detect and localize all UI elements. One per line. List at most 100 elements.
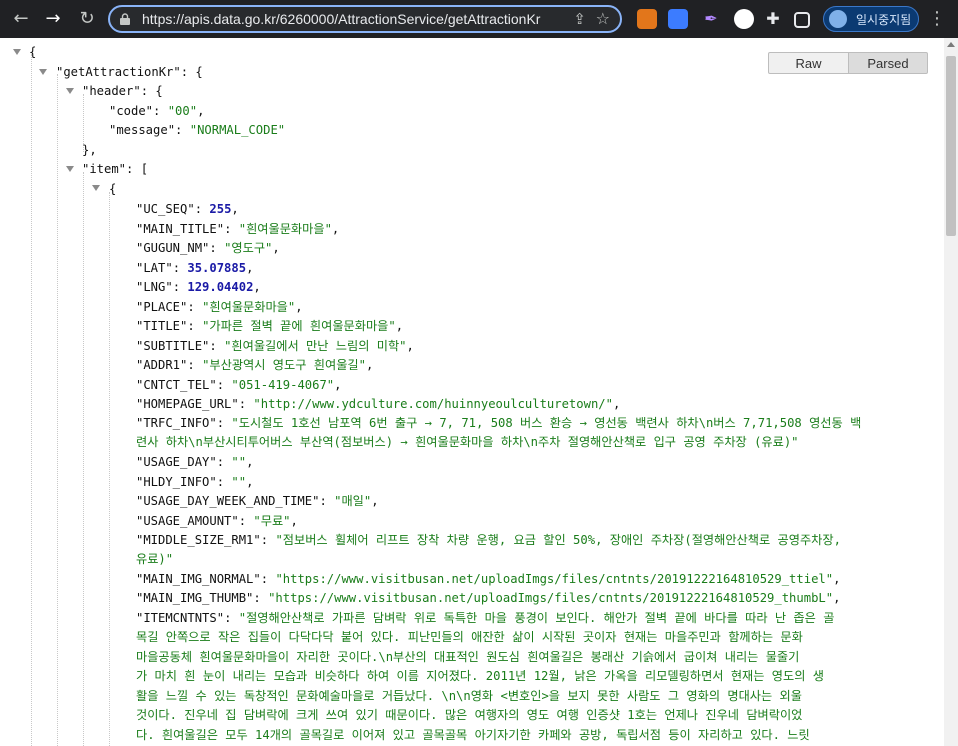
json-value: "051-419-4067" (231, 377, 335, 392)
json-value: "00" (167, 104, 198, 118)
json-value: 35.07885 (187, 260, 247, 275)
json-key: "item" (82, 162, 127, 176)
forward-arrow-icon[interactable]: → (38, 4, 68, 34)
profile-paused-button[interactable]: 일시중지됨 (823, 6, 919, 32)
json-value: "영도구" (224, 241, 273, 255)
metamask-extension-icon[interactable] (637, 9, 657, 29)
json-line: "GUGUN_NM": "영도구", (136, 241, 280, 255)
json-line: "getAttractionKr": { (56, 65, 203, 79)
json-key: "ITEMCNTNTS" (136, 611, 225, 625)
indent-guide (31, 54, 32, 746)
address-bar[interactable]: https://apis.data.go.kr/6260000/Attracti… (108, 5, 622, 33)
json-brace: }, (82, 143, 97, 157)
json-line: "MAIN_IMG_NORMAL": "https://www.visitbus… (136, 572, 841, 586)
json-key: "USAGE_DAY_WEEK_AND_TIME" (136, 494, 320, 508)
vertical-scrollbar[interactable] (944, 38, 958, 746)
json-line: "message": "NORMAL_CODE" (109, 123, 286, 137)
blue-extension-icon[interactable] (668, 9, 688, 29)
circle-extension-icon[interactable] (734, 9, 754, 29)
json-key: "HLDY_INFO" (136, 474, 217, 489)
json-line: "HLDY_INFO": "", (136, 474, 254, 489)
json-value: 다. 흰여울길은 모두 14개의 골목길로 이어져 있고 골목골목 아기자기한 … (136, 727, 810, 742)
json-value: 255 (209, 202, 232, 216)
json-key: "getAttractionKr" (56, 65, 181, 79)
json-line: "TITLE": "가파른 절벽 끝에 흰여울문화마을", (136, 319, 404, 333)
json-viewer: Raw Parsed { "getAttractionKr": { "heade… (0, 38, 944, 746)
json-key: "PLACE" (136, 299, 188, 314)
json-key: "GUGUN_NM" (136, 241, 210, 255)
browser-toolbar: ← → ↻ https://apis.data.go.kr/6260000/At… (0, 0, 958, 38)
json-key: "ADDR1" (136, 358, 188, 372)
json-key: "LNG" (136, 280, 173, 294)
indent-guide (83, 172, 84, 746)
json-key: "USAGE_AMOUNT" (136, 513, 239, 528)
lock-icon (120, 13, 130, 25)
more-menu-icon[interactable]: ⋮ (928, 8, 946, 29)
parsed-button[interactable]: Parsed (848, 52, 928, 74)
json-line: "header": { (82, 84, 163, 98)
indent-guide (57, 74, 58, 746)
json-line: "MIDDLE_SIZE_RM1": "점보버스 휠체어 리프트 장착 차량 운… (136, 533, 841, 547)
json-line: "item": [ (82, 162, 149, 176)
json-key: "SUBTITLE" (136, 338, 210, 353)
json-key: "UC_SEQ" (136, 202, 195, 216)
json-key: "message" (109, 123, 176, 137)
json-value: 활을 느낄 수 있는 독창적인 문화예술마을로 거듭났다. \n\n영화 <변호… (136, 688, 802, 703)
json-key: "TRFC_INFO" (136, 416, 217, 430)
paused-label: 일시중지됨 (856, 13, 912, 27)
json-value: "점보버스 휠체어 리프트 장착 차량 운행, 요금 할인 50%, 장애인 주… (275, 533, 841, 547)
json-line: "CNTCT_TEL": "051-419-4067", (136, 377, 342, 392)
json-line: "HOMEPAGE_URL": "http://www.ydculture.co… (136, 397, 621, 411)
json-line: "USAGE_AMOUNT": "무료", (136, 513, 298, 528)
json-value: 129.04402 (187, 280, 254, 294)
json-line: "ADDR1": "부산광역시 영도구 흰여울길", (136, 358, 374, 372)
json-value: "부산광역시 영도구 흰여울길" (202, 358, 366, 372)
reload-icon[interactable]: ↻ (72, 4, 102, 34)
json-value: "NORMAL_CODE" (189, 123, 286, 137)
back-arrow-icon[interactable]: ← (6, 4, 36, 34)
collapse-toggle-icon[interactable] (39, 69, 47, 75)
json-key: "header" (82, 84, 141, 98)
scroll-up-arrow-icon[interactable] (947, 42, 955, 47)
json-key: "MAIN_TITLE" (136, 221, 225, 236)
side-panel-icon[interactable] (794, 12, 810, 28)
json-line: "MAIN_IMG_THUMB": "https://www.visitbusa… (136, 591, 841, 605)
json-line: "LAT": 35.07885, (136, 260, 254, 275)
collapse-toggle-icon[interactable] (66, 166, 74, 172)
json-value: "http://www.ydculture.com/huinnyeoulcult… (253, 397, 613, 411)
avatar (829, 10, 847, 28)
json-line: "PLACE": "흰여울문화마을", (136, 299, 303, 314)
json-value: 것이다. 진우네 집 담벼락에 크게 쓰여 있기 때문이다. 많은 여행자의 영… (136, 708, 803, 722)
json-brace: { (109, 182, 117, 196)
scrollbar-thumb[interactable] (946, 56, 956, 236)
json-value: "가파른 절벽 끝에 흰여울문화마을" (202, 319, 396, 333)
json-key: "MIDDLE_SIZE_RM1" (136, 533, 261, 547)
json-value: "매일" (334, 494, 372, 508)
json-value: "흰여울길에서 만난 느림의 미학" (224, 338, 407, 353)
url-text: https://apis.data.go.kr/6260000/Attracti… (142, 11, 541, 27)
json-value: "https://www.visitbusan.net/uploadImgs/f… (275, 572, 834, 586)
raw-button[interactable]: Raw (768, 52, 849, 74)
json-value: "절영해안산책로 가파른 담벼락 위로 독특한 마을 풍경이 보인다. 해안가 … (238, 611, 835, 625)
json-key: "USAGE_DAY" (136, 455, 217, 469)
json-line: "TRFC_INFO": "도시철도 1호선 남포역 6번 출구 → 7, 71… (136, 416, 862, 430)
json-key: "HOMEPAGE_URL" (136, 397, 239, 411)
json-line: "code": "00", (109, 104, 205, 118)
collapse-toggle-icon[interactable] (92, 185, 100, 191)
json-line: "USAGE_DAY_WEEK_AND_TIME": "매일", (136, 494, 379, 508)
json-value: 가 마치 흰 눈이 내리는 모습과 비슷하다 하여 이름 지어졌다. 2011년… (136, 669, 824, 683)
json-line: "USAGE_DAY": "", (136, 455, 254, 469)
share-icon[interactable]: ⇪ (573, 10, 586, 28)
json-line: "ITEMCNTNTS": "절영해안산책로 가파른 담벼락 위로 독특한 마을… (136, 611, 835, 625)
json-line: "UC_SEQ": 255, (136, 202, 239, 216)
json-value: "흰여울문화마을" (238, 221, 332, 236)
json-line: "LNG": 129.04402, (136, 280, 261, 294)
extensions-puzzle-icon[interactable]: ✚ (763, 9, 783, 29)
json-key: "MAIN_IMG_THUMB" (136, 591, 254, 605)
json-key: "MAIN_IMG_NORMAL" (136, 572, 261, 586)
json-key: "TITLE" (136, 319, 188, 333)
collapse-toggle-icon[interactable] (66, 88, 74, 94)
feather-extension-icon[interactable]: ✒ (701, 9, 721, 29)
collapse-toggle-icon[interactable] (13, 49, 21, 55)
bookmark-star-icon[interactable]: ☆ (596, 9, 610, 28)
